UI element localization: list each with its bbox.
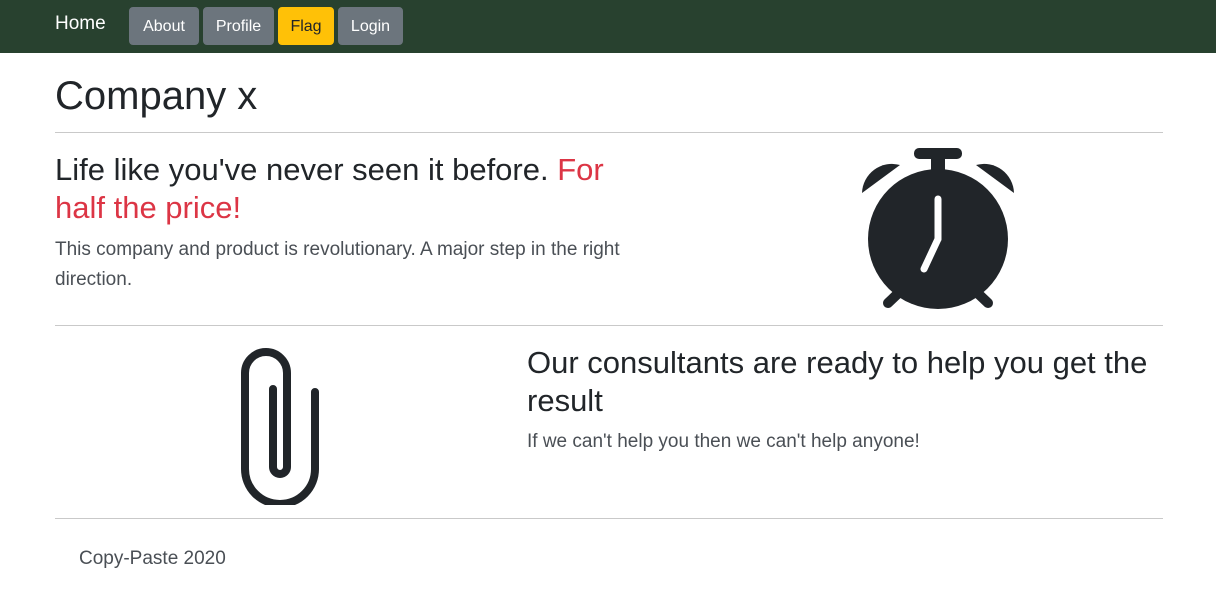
alarm-clock-icon: [852, 143, 1024, 315]
divider: [55, 325, 1163, 326]
footer-text: Copy-Paste 2020: [79, 548, 226, 569]
feature1-text: This company and product is revolutionar…: [55, 239, 620, 290]
flag-button[interactable]: Flag: [278, 7, 334, 45]
profile-button[interactable]: Profile: [203, 7, 274, 45]
feature1-heading: Life like you've never seen it before. F…: [55, 151, 655, 227]
feature2-text: If we can't help you then we can't help …: [527, 431, 920, 452]
page-title: Company x: [55, 74, 258, 118]
about-button[interactable]: About: [129, 7, 199, 45]
divider: [55, 518, 1163, 519]
top-navbar: Home About Profile Flag Login: [0, 0, 1216, 53]
divider: [55, 132, 1163, 133]
home-link[interactable]: Home: [55, 12, 106, 36]
login-button[interactable]: Login: [338, 7, 403, 45]
feature1-heading-main: Life like you've never seen it before.: [55, 152, 558, 187]
feature2-heading: Our consultants are ready to help you ge…: [527, 345, 1148, 418]
paperclip-icon: [232, 340, 328, 508]
